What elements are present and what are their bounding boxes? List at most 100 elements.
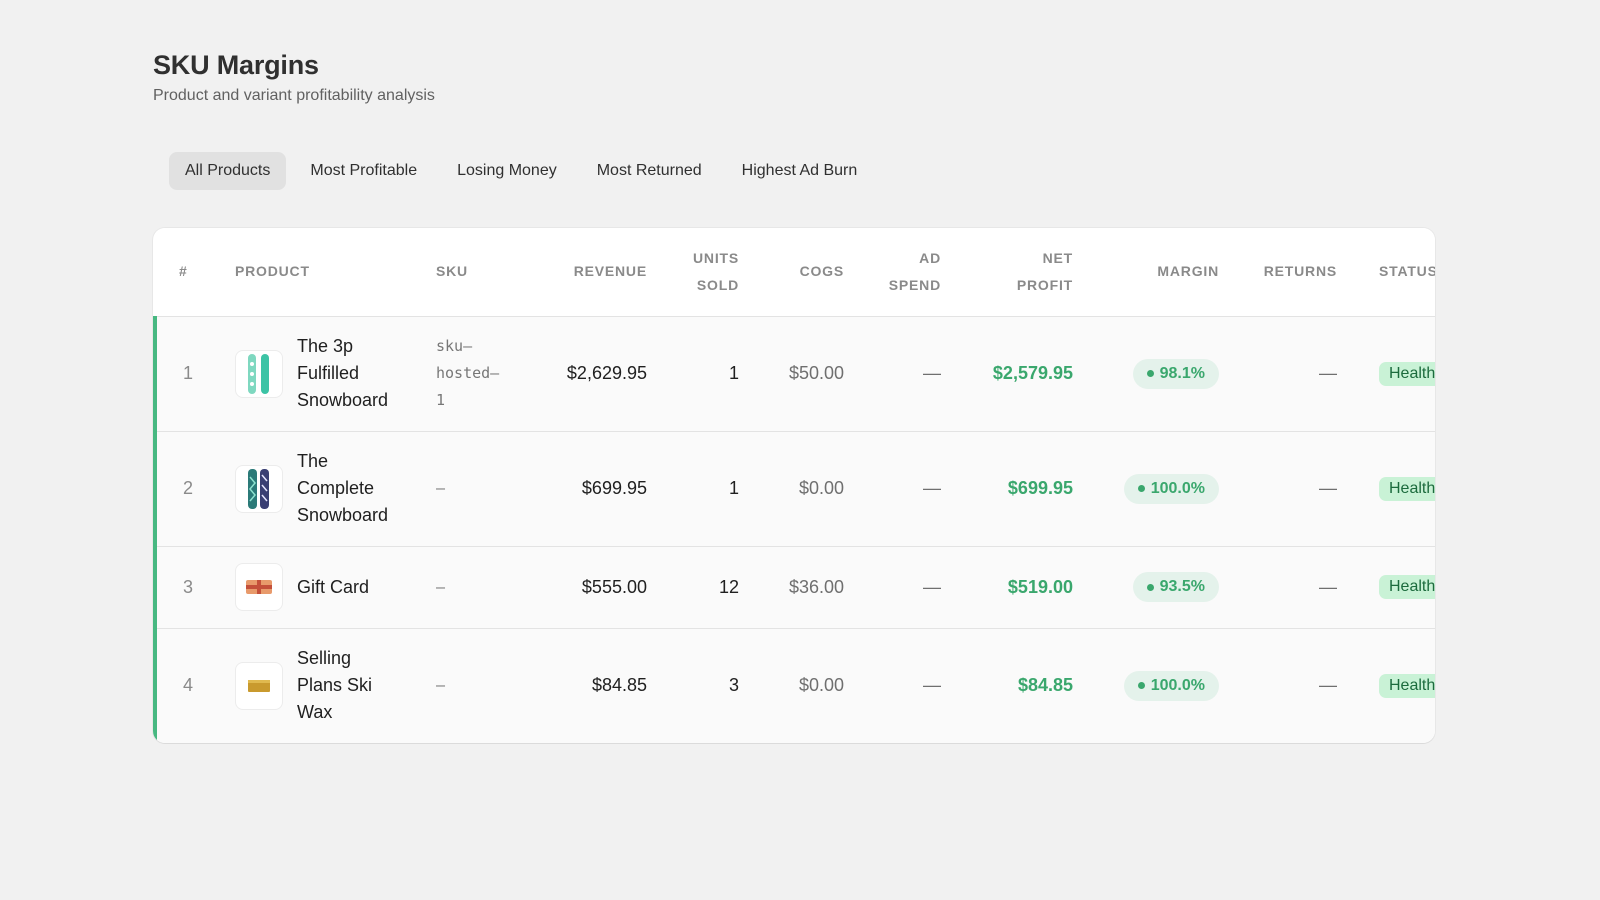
sku-cell: sku– hosted– 1 — [436, 316, 536, 432]
status-badge: Healthy — [1379, 575, 1435, 599]
ad-spend-cell: — — [844, 546, 941, 629]
margin-pill: 100.0% — [1123, 473, 1219, 504]
product-name-line: Wax — [297, 702, 333, 723]
product-name-line: The 3p — [297, 336, 354, 356]
column-header-revenue[interactable]: REVENUE — [536, 228, 647, 317]
margin-dot-icon — [1146, 370, 1154, 377]
column-header-net-profit[interactable]: NET PROFIT — [941, 228, 1073, 317]
product-name: Gift Card — [297, 576, 370, 597]
column-header-net-line1: NET — [1042, 249, 1073, 266]
column-header-net-line2: PROFIT — [1016, 276, 1073, 293]
margin-value: 100.0% — [1150, 479, 1205, 497]
status-badge: Healthy — [1379, 673, 1435, 698]
tab-all-products[interactable]: All Products — [169, 152, 287, 190]
cogs-cell: $36.00 — [739, 546, 844, 629]
margin-dot-icon — [1137, 485, 1145, 492]
column-header-ad-line2: SPEND — [888, 276, 941, 293]
status-cell: Healthy — [1337, 546, 1435, 629]
margin-cell: 93.5% — [1073, 546, 1219, 629]
sku-cell: – — [436, 431, 536, 547]
units-sold-cell: 1 — [647, 431, 739, 547]
margin-pill: 98.1% — [1132, 358, 1219, 389]
sku-line: hosted– — [436, 364, 500, 382]
status-badge: Healthy — [1379, 476, 1435, 501]
table-row[interactable]: 3 Gift Card – $555.00 12 $36.00 — $519.0… — [153, 546, 1435, 629]
column-header-ad-spend[interactable]: AD SPEND — [844, 228, 941, 317]
table-row[interactable]: 4 Selling Plans Ski Wax – $84.85 3 $0.00… — [153, 628, 1435, 743]
column-header-index: # — [155, 228, 235, 317]
ski-wax-icon — [235, 661, 283, 710]
ad-spend-cell: — — [844, 431, 941, 547]
sku-margins-table: # PRODUCT SKU REVENUE UNITS SOLD COGS AD… — [153, 228, 1435, 743]
margin-cell: 98.1% — [1073, 316, 1219, 432]
product-cell[interactable]: The Complete Snowboard — [235, 431, 436, 547]
sku-margins-table-card: # PRODUCT SKU REVENUE UNITS SOLD COGS AD… — [153, 228, 1435, 743]
snowboard-dark-icon — [235, 464, 283, 513]
product-cell[interactable]: Selling Plans Ski Wax — [235, 628, 436, 743]
cogs-cell: $0.00 — [739, 431, 844, 547]
sku-line: 1 — [436, 391, 446, 409]
table-row[interactable]: 2 The Complete Snowboard – $699.95 1 $0.… — [153, 431, 1435, 547]
tab-losing-money[interactable]: Losing Money — [441, 152, 573, 190]
sku-margins-page: SKU Margins Product and variant profitab… — [153, 48, 1435, 743]
tab-highest-ad-burn[interactable]: Highest Ad Burn — [726, 152, 874, 190]
net-profit-cell: $84.85 — [941, 628, 1073, 743]
units-sold-cell: 3 — [647, 628, 739, 743]
revenue-cell: $2,629.95 — [536, 316, 647, 432]
returns-cell: — — [1219, 431, 1337, 547]
gift-card-icon — [235, 563, 283, 611]
column-header-sku[interactable]: SKU — [436, 228, 536, 317]
revenue-cell: $555.00 — [536, 546, 647, 629]
column-header-returns[interactable]: RETURNS — [1219, 228, 1337, 317]
status-cell: Healthy — [1337, 316, 1435, 432]
column-header-units-line1: UNITS — [693, 249, 739, 266]
filter-tabs: All Products Most Profitable Losing Mone… — [169, 152, 1435, 190]
product-name-line: The — [297, 451, 329, 471]
returns-cell: — — [1219, 546, 1337, 629]
column-header-ad-line1: AD — [919, 249, 941, 266]
returns-cell: — — [1219, 628, 1337, 743]
sku-cell: – — [436, 546, 536, 629]
revenue-cell: $84.85 — [536, 628, 647, 743]
table-body: 1 The 3p Fulfilled Snowboard sku– hosted… — [153, 316, 1435, 743]
product-name: The 3p Fulfilled Snowboard — [297, 333, 388, 414]
row-index: 3 — [153, 546, 235, 629]
margin-dot-icon — [1137, 682, 1145, 690]
cogs-cell: $0.00 — [739, 628, 844, 743]
product-name-line: Fulfilled — [297, 363, 360, 383]
margin-cell: 100.0% — [1073, 628, 1219, 743]
product-name-line: Snowboard — [297, 505, 389, 525]
margin-pill: 100.0% — [1123, 670, 1219, 701]
margin-cell: 100.0% — [1073, 431, 1219, 547]
page-title: SKU Margins — [153, 50, 319, 80]
margin-value: 100.0% — [1150, 676, 1205, 694]
status-cell: Healthy — [1337, 628, 1435, 743]
revenue-cell: $699.95 — [536, 431, 647, 547]
status-badge: Healthy — [1379, 361, 1435, 386]
margin-dot-icon — [1146, 583, 1154, 591]
table-row[interactable]: 1 The 3p Fulfilled Snowboard sku– hosted… — [153, 316, 1435, 432]
product-name-line: Snowboard — [297, 390, 389, 410]
tab-most-profitable[interactable]: Most Profitable — [294, 152, 433, 190]
status-cell: Healthy — [1337, 431, 1435, 547]
row-index: 2 — [153, 431, 235, 547]
sku-line: sku– — [436, 337, 473, 355]
snowboard-teal-icon — [235, 349, 283, 398]
product-name: The Complete Snowboard — [297, 448, 388, 529]
tab-most-returned[interactable]: Most Returned — [581, 152, 718, 190]
product-cell[interactable]: Gift Card — [235, 546, 436, 629]
column-header-units-sold[interactable]: UNITS SOLD — [647, 228, 739, 317]
returns-cell: — — [1219, 316, 1337, 432]
product-name-line: Complete — [297, 478, 375, 498]
column-header-margin[interactable]: MARGIN — [1073, 228, 1219, 317]
net-profit-cell: $519.00 — [941, 546, 1073, 629]
table-header: # PRODUCT SKU REVENUE UNITS SOLD COGS AD… — [155, 228, 1435, 317]
net-profit-cell: $699.95 — [941, 431, 1073, 547]
column-header-product[interactable]: PRODUCT — [235, 228, 436, 317]
product-cell[interactable]: The 3p Fulfilled Snowboard — [235, 316, 436, 432]
margin-value: 98.1% — [1159, 364, 1205, 382]
net-profit-cell: $2,579.95 — [941, 316, 1073, 432]
units-sold-cell: 1 — [647, 316, 739, 432]
column-header-status[interactable]: STATUS — [1337, 228, 1435, 317]
column-header-cogs[interactable]: COGS — [739, 228, 844, 317]
